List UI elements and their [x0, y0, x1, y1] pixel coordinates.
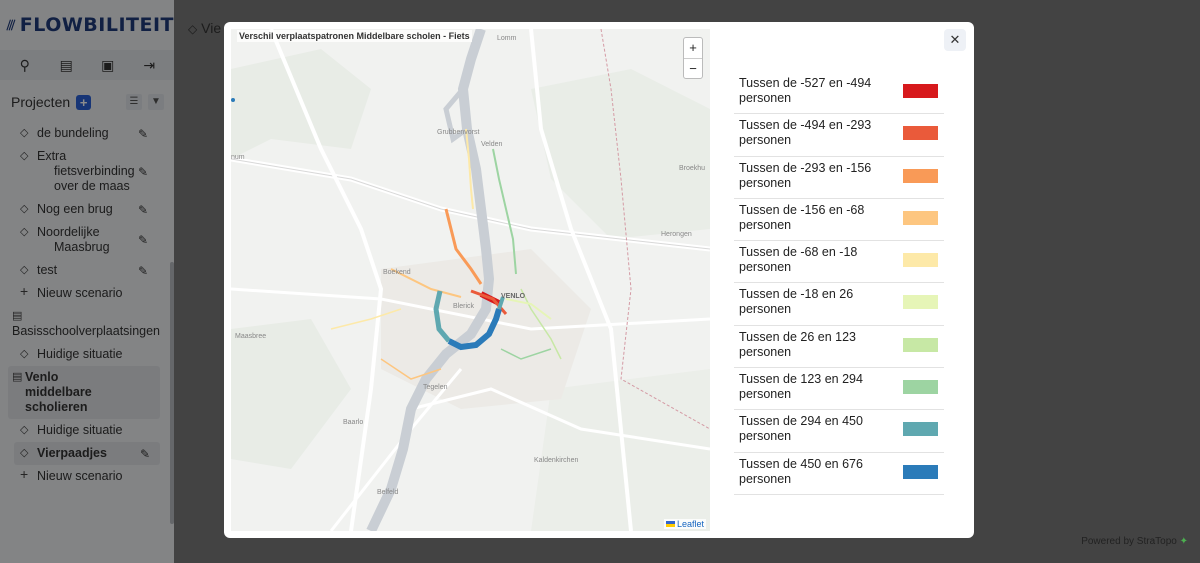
legend-item: Tussen de -494 en -293 personen [734, 114, 944, 157]
legend-swatch [903, 380, 938, 395]
legend-item: Tussen de -527 en -494 personen [734, 72, 944, 115]
map-label: Baarlo [343, 419, 364, 426]
legend-item: Tussen de 450 en 676 personen [734, 453, 944, 495]
map-label: Lomm [497, 35, 517, 42]
legend-item: Tussen de 123 en 294 personen [734, 368, 944, 411]
close-button[interactable]: ✕ [944, 29, 966, 51]
map-label: Kaldenkirchen [534, 457, 579, 464]
map-label: num [231, 154, 245, 161]
stratopo-icon: ✦ [1179, 536, 1188, 547]
map[interactable]: Lomm Grubbenvorst Velden Broekhu Heronge… [231, 29, 710, 531]
map-label: Grubbenvorst [437, 129, 480, 136]
legend-swatch [903, 464, 938, 479]
map-label: Tegelen [423, 384, 448, 391]
legend-swatch [903, 126, 938, 141]
zoom-in-button[interactable]: + [684, 38, 702, 58]
map-label: Blerick [453, 303, 475, 310]
map-label: Boekend [383, 269, 411, 276]
leaflet-attribution[interactable]: Leaflet [663, 519, 706, 529]
legend: Tussen de -527 en -494 personen Tussen d… [734, 72, 944, 495]
legend-item: Tussen de 26 en 123 personen [734, 326, 944, 369]
map-modal: Lomm Grubbenvorst Velden Broekhu Heronge… [224, 22, 974, 538]
legend-item: Tussen de 294 en 450 personen [734, 410, 944, 453]
map-title: Verschil verplaatspatronen Middelbare sc… [237, 30, 472, 42]
legend-item: Tussen de -18 en 26 personen [734, 283, 944, 326]
map-label: Belfeld [377, 489, 399, 496]
legend-item: Tussen de -156 en -68 personen [734, 199, 944, 242]
legend-swatch [903, 168, 938, 183]
legend-swatch [903, 210, 938, 225]
map-canvas [231, 29, 710, 531]
legend-swatch [903, 422, 938, 437]
legend-item: Tussen de -293 en -156 personen [734, 157, 944, 199]
map-label: Maasbree [235, 333, 267, 340]
map-label: Velden [481, 141, 503, 148]
legend-swatch [903, 295, 938, 310]
zoom-control: + − [683, 37, 703, 79]
powered-by: Powered by StraTopo ✦ [1081, 536, 1188, 547]
legend-swatch [903, 84, 938, 98]
legend-item: Tussen de -68 en -18 personen [734, 241, 944, 284]
map-label: Broekhu [679, 165, 706, 172]
zoom-out-button[interactable]: − [684, 58, 702, 78]
map-label: VENLO [501, 293, 526, 300]
legend-swatch [903, 337, 938, 352]
flag-icon [665, 521, 675, 527]
map-label: Herongen [661, 231, 692, 238]
legend-swatch [903, 253, 938, 268]
